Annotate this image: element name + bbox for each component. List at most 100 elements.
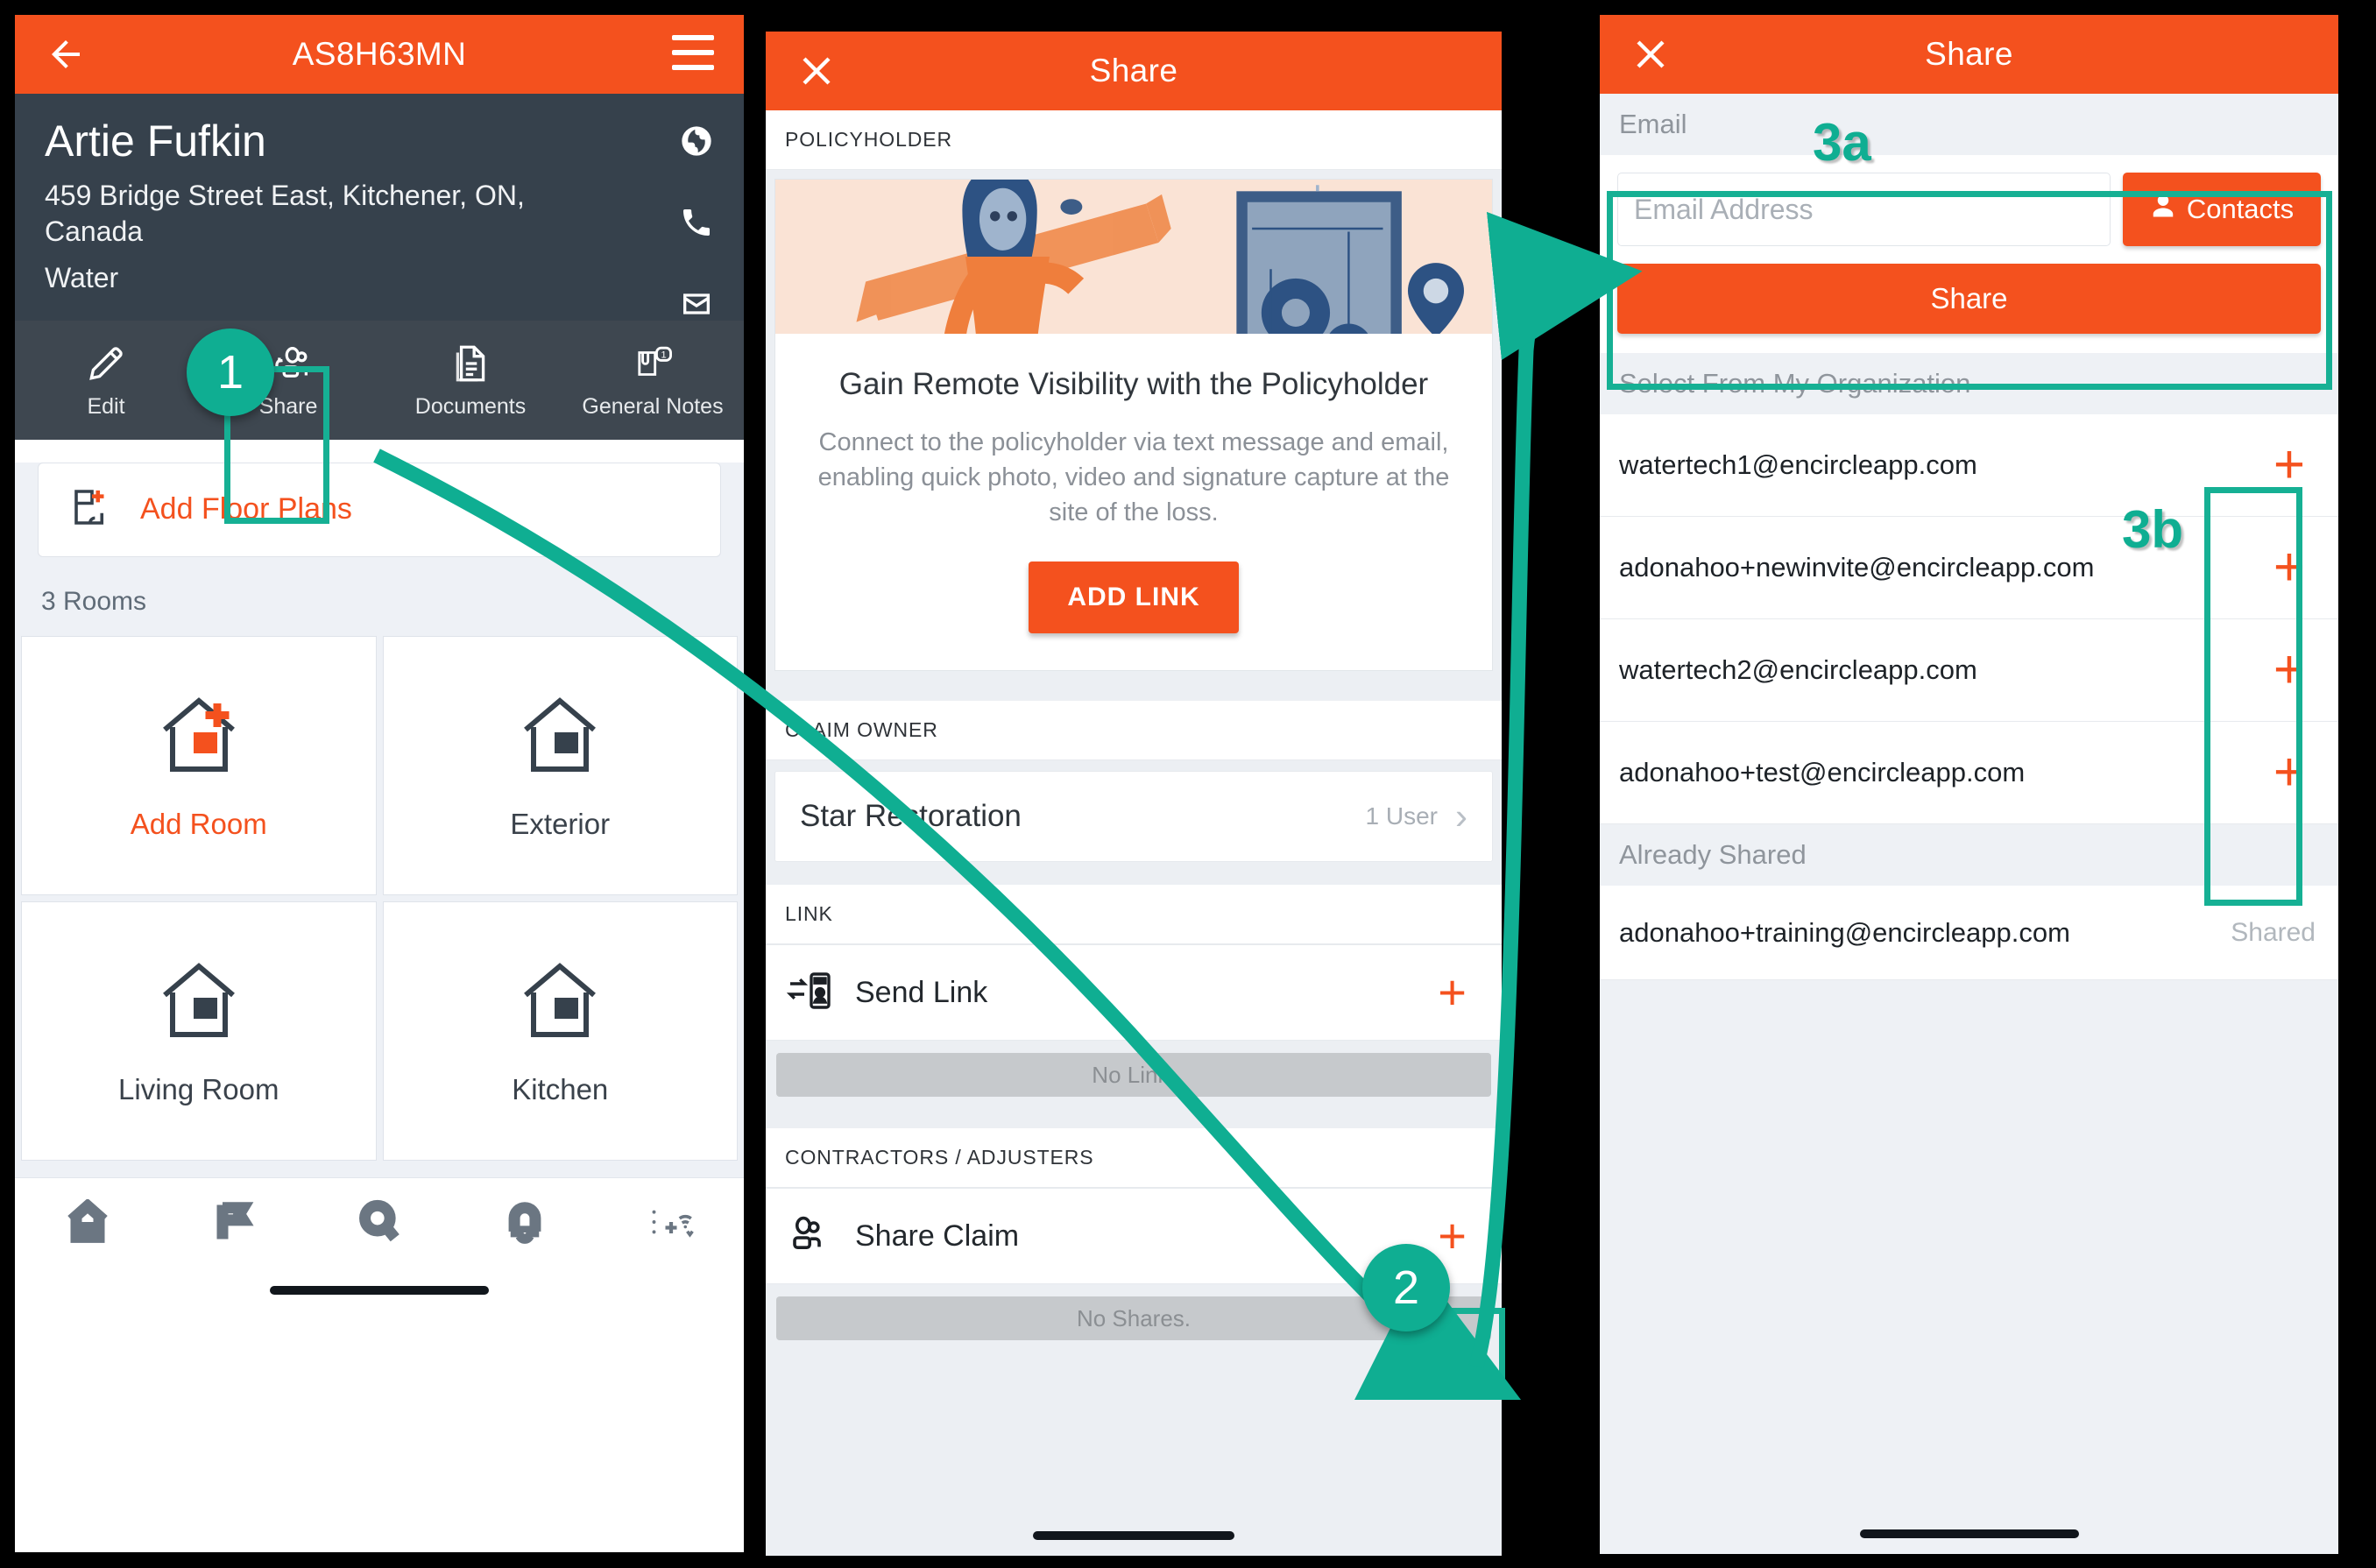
spacer — [766, 1109, 1502, 1129]
claim-owner-user-count: 1 User — [1365, 802, 1438, 830]
send-link-row[interactable]: Send Link + — [766, 944, 1502, 1042]
claim-action-toolbar: Edit Share Documents 1 General Notes — [15, 320, 744, 440]
org-member-add-button[interactable]: + — [2240, 438, 2338, 492]
section-header-organization: Select From My Organization — [1600, 353, 2338, 414]
floor-plan-add-icon — [68, 484, 116, 535]
section-header-link: LINK — [766, 885, 1502, 945]
documents-icon — [449, 342, 492, 390]
room-label-kitchen: Kitchen — [512, 1073, 609, 1106]
already-shared-email: adonahoo+training@encircleapp.com — [1619, 916, 2070, 948]
toolbar-label-share: Share — [258, 393, 318, 419]
org-member-row[interactable]: watertech2@encircleapp.com + — [1600, 619, 2338, 722]
section-header-claim-owner: CLAIM OWNER — [766, 701, 1502, 761]
rooms-count: 3 Rooms — [41, 586, 147, 616]
org-member-row[interactable]: adonahoo+test@encircleapp.com + — [1600, 722, 2338, 824]
step-badge-2: 2 — [1362, 1244, 1450, 1331]
org-member-row[interactable]: adonahoo+newinvite@encircleapp.com + — [1600, 517, 2338, 619]
already-shared-status: Shared — [2231, 917, 2316, 947]
toolbar-button-edit[interactable]: Edit — [15, 321, 197, 440]
claim-name: Artie Fufkin — [45, 117, 266, 166]
share-button[interactable]: Share — [1617, 264, 2321, 334]
panel2-appbar: Share — [766, 32, 1502, 110]
pencil-icon — [84, 342, 128, 390]
policyholder-promo-card: A B Gain Remote Visibility with the Poli… — [774, 179, 1493, 672]
org-member-email: watertech1@encircleapp.com — [1619, 449, 1977, 480]
contacts-button[interactable]: Contacts — [2123, 173, 2321, 246]
step-label-3b: 3b — [2122, 500, 2184, 559]
share-people-icon — [787, 1211, 832, 1261]
promo-illustration: A B — [775, 180, 1492, 334]
nav-notifications[interactable] — [452, 1199, 598, 1249]
org-member-row[interactable]: watertech1@encircleapp.com + — [1600, 414, 2338, 517]
spacer — [766, 862, 1502, 886]
promo-description: Connect to the policyholder via text mes… — [817, 428, 1450, 527]
org-member-add-button[interactable]: + — [2240, 540, 2338, 595]
contacts-button-label: Contacts — [2186, 194, 2295, 224]
panel1-appbar: AS8H63MN — [15, 15, 744, 94]
promo-title: Gain Remote Visibility with the Policyho… — [838, 367, 1429, 401]
share-claim-label: Share Claim — [855, 1218, 1020, 1253]
section-header-contractors: CONTRACTORS / ADJUSTERS — [766, 1128, 1502, 1189]
person-icon — [2150, 193, 2176, 226]
send-link-add-button[interactable]: + — [1424, 968, 1481, 1017]
panel2-title: Share — [1089, 53, 1178, 88]
share-overview-body: POLICYHOLDER Gain Remote Visibility with… — [766, 110, 1502, 1556]
claim-body: Add Floor Plans 3 Rooms Add Room Exterio… — [15, 462, 744, 1310]
svg-text:1: 1 — [661, 350, 666, 360]
room-tile-living-room[interactable]: Living Room — [21, 901, 377, 1161]
toolbar-label-edit: Edit — [87, 393, 125, 419]
room-label-exterior: Exterior — [510, 808, 611, 841]
org-member-add-button[interactable]: + — [2240, 643, 2338, 697]
svg-text:A: A — [1274, 180, 1308, 187]
send-link-icon — [786, 968, 832, 1018]
section-header-already-shared: Already Shared — [1600, 824, 2338, 886]
add-floor-plans-button[interactable]: Add Floor Plans — [38, 462, 721, 557]
step-badge-1-label: 1 — [216, 346, 244, 399]
panel3-title: Share — [1925, 36, 2013, 72]
bell-icon — [502, 1199, 548, 1249]
add-link-button[interactable]: ADD LINK — [1029, 562, 1239, 634]
hamburger-menu-icon[interactable] — [672, 35, 714, 74]
chevron-right-icon: › — [1455, 795, 1467, 837]
claim-header: Artie Fufkin 459 Bridge Street East, Kit… — [15, 94, 744, 321]
step-badge-2-label: 2 — [1392, 1261, 1420, 1314]
phone-panel-claim-detail: AS8H63MN Artie Fufkin 459 Bridge Street … — [15, 15, 744, 1552]
toolbar-button-documents[interactable]: Documents — [379, 321, 562, 440]
panel3-appbar: Share — [1600, 15, 2338, 94]
room-tile-kitchen[interactable]: Kitchen — [382, 901, 738, 1161]
already-shared-row: adonahoo+training@encircleapp.com Shared — [1600, 886, 2338, 980]
org-member-email: adonahoo+test@encircleapp.com — [1619, 757, 2026, 788]
room-label-living-room: Living Room — [118, 1073, 279, 1106]
globe-icon[interactable] — [679, 124, 714, 163]
house-icon — [513, 689, 607, 785]
notes-attachment-icon: 1 — [631, 342, 675, 390]
page-title: AS8H63MN — [292, 36, 467, 72]
home-icon — [65, 1197, 110, 1249]
room-label-add-room: Add Room — [130, 808, 267, 841]
add-floor-plans-label: Add Floor Plans — [140, 492, 352, 526]
nav-flag[interactable] — [160, 1199, 306, 1249]
toolbar-label-general-notes: General Notes — [582, 393, 724, 419]
room-tile-add-room[interactable]: Add Room — [21, 635, 377, 895]
claim-address: 459 Bridge Street East, Kitchener, ON, C… — [45, 180, 525, 247]
nav-search[interactable] — [307, 1199, 452, 1249]
home-indicator — [1033, 1531, 1234, 1540]
section-header-policyholder: POLICYHOLDER — [766, 110, 1502, 170]
claim-owner-row[interactable]: Star Restoration 1 User › — [774, 771, 1493, 863]
nav-more-sync[interactable] — [598, 1199, 744, 1249]
email-input[interactable] — [1617, 173, 2111, 246]
claim-loss-type: Water — [45, 261, 119, 293]
claim-contact-icons — [679, 124, 714, 326]
email-share-box: Contacts Share — [1600, 155, 2338, 353]
spacer — [766, 671, 1502, 702]
nav-home[interactable] — [15, 1197, 160, 1249]
toolbar-button-general-notes[interactable]: 1 General Notes — [562, 321, 744, 440]
house-icon — [513, 955, 607, 1050]
org-member-add-button[interactable]: + — [2240, 745, 2338, 800]
house-add-icon — [152, 689, 246, 785]
room-tile-exterior[interactable]: Exterior — [382, 635, 738, 895]
send-link-label: Send Link — [855, 975, 988, 1009]
claim-owner-name: Star Restoration — [800, 799, 1022, 834]
svg-text:B: B — [1340, 180, 1371, 187]
phone-icon[interactable] — [679, 205, 714, 244]
